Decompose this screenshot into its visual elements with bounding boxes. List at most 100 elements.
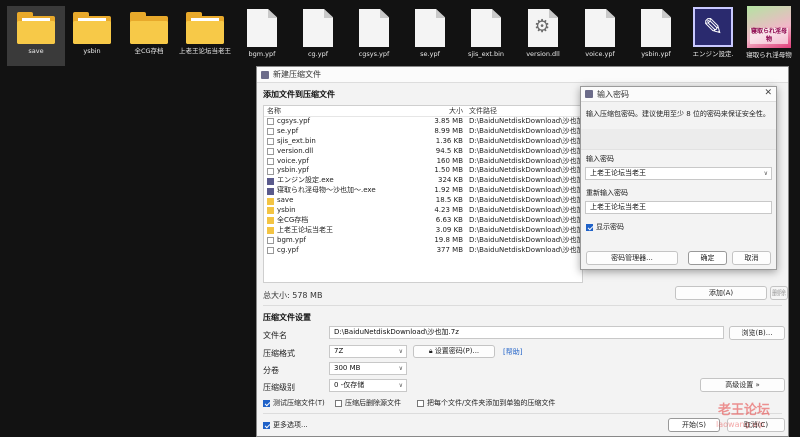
file-path: D:\BaiduNetdiskDownload\沙也加\ — [469, 196, 582, 205]
show-password-checkbox[interactable]: 显示密码 — [586, 222, 624, 232]
filename-input[interactable]: D:\BaiduNetdiskDownload\沙也加.7z — [329, 326, 724, 339]
chevron-down-icon: ∨ — [398, 382, 403, 389]
file-icon — [247, 9, 277, 47]
more-options-checkbox[interactable]: 更多选项... — [263, 420, 308, 430]
desktop-icon-label: 上老王论坛当老王 — [179, 47, 231, 55]
advanced-settings-button[interactable]: 高级设置 » — [700, 378, 785, 392]
file-row[interactable]: se.ypf 8.99 MB D:\BaiduNetdiskDownload\沙也加… — [264, 127, 582, 137]
add-button[interactable]: 添加(A) — [675, 286, 767, 300]
desktop-icon-laowang-folder[interactable]: 上老王论坛当老王 — [176, 6, 234, 55]
file-row[interactable]: エンジン設定.exe 324 KB D:\BaiduNetdiskDownload\… — [264, 176, 582, 186]
password-manager-button[interactable]: 密码管理器... — [586, 251, 678, 265]
file-row[interactable]: sjis_ext.bin 1.36 KB D:\BaiduNetdiskDownlo… — [264, 137, 582, 147]
separate-archives-checkbox[interactable]: 把每个文件/文件夹添加到单独的压缩文件 — [417, 398, 555, 408]
file-icon — [267, 237, 274, 245]
file-name: voice.ypf — [277, 156, 309, 165]
desktop-icon-label: save — [28, 47, 44, 55]
folder-icon — [267, 217, 274, 225]
desktop-icon-game-exe[interactable]: 寝取られ淫母物 寝取られ淫母物 — [740, 6, 798, 59]
desktop-icon-save[interactable]: save — [7, 6, 65, 66]
file-row[interactable]: cg.ypf 377 MB D:\BaiduNetdiskDownload\沙也加\ — [264, 246, 582, 256]
desktop-icon-sjis-ext[interactable]: sjis_ext.bin — [457, 6, 515, 58]
password-hint: 输入压缩包密码。建议使用至少 8 位的密码来保证安全性。 — [586, 110, 770, 118]
file-size: 3.85 MB — [434, 117, 463, 125]
desktop-icon-cg-saves[interactable]: 全CG存档 — [120, 6, 178, 55]
file-row[interactable]: 全CG存档 6.63 KB D:\BaiduNetdiskDownload\沙也加\ — [264, 216, 582, 226]
desktop-icon-voice[interactable]: voice.ypf — [571, 6, 629, 58]
file-path: D:\BaiduNetdiskDownload\沙也加\ — [469, 136, 582, 145]
game-image-icon: 寝取られ淫母物 — [747, 6, 791, 48]
delete-button[interactable]: 删除(D) — [770, 286, 788, 300]
desktop-icon-label: cg.ypf — [307, 50, 329, 58]
column-name[interactable]: 名称 — [264, 106, 387, 116]
file-size: 1.50 MB — [434, 166, 463, 175]
dialog-cancel-button[interactable]: 取消 — [732, 251, 771, 265]
password-label: 输入密码 — [586, 155, 614, 163]
desktop-icon-engine-settings[interactable]: ✎ エンジン設定. — [684, 6, 742, 58]
wrench-app-icon: ✎ — [693, 7, 733, 47]
desktop-icon-label: 寝取られ淫母物 — [746, 51, 792, 59]
volume-select[interactable]: 300 MB ∨ — [329, 362, 407, 375]
level-select[interactable]: 0 -仅存储 ∨ — [329, 379, 407, 392]
file-name-cell: エンジン設定.exe — [264, 176, 387, 186]
file-path: D:\BaiduNetdiskDownload\沙也加\ — [469, 156, 582, 165]
desktop-icon-ysbin[interactable]: ysbin — [63, 6, 121, 55]
file-name-cell: sjis_ext.bin — [264, 137, 387, 147]
file-icon — [267, 118, 274, 126]
set-password-button[interactable]: 🔒︎ 设置密码(P)... — [413, 345, 495, 358]
format-select[interactable]: 7Z ∨ — [329, 345, 407, 358]
file-row[interactable]: version.dll 94.5 KB D:\BaiduNetdiskDownloa… — [264, 147, 582, 157]
file-icon — [267, 247, 274, 255]
divider — [263, 413, 782, 414]
desktop-icon-ysbin-ypf[interactable]: ysbin.ypf — [627, 6, 685, 58]
help-link[interactable]: [帮助] — [503, 347, 522, 357]
desktop-icon-label: se.ypf — [420, 50, 440, 58]
file-row[interactable]: save 18.5 KB D:\BaiduNetdiskDownload\沙也加\ — [264, 196, 582, 206]
file-row[interactable]: bgm.ypf 19.8 MB D:\BaiduNetdiskDownload\沙也… — [264, 236, 582, 246]
file-path: D:\BaiduNetdiskDownload\沙也加\ — [469, 176, 582, 185]
confirm-password-input[interactable]: 上老王论坛当老王 — [585, 201, 772, 214]
file-path: D:\BaiduNetdiskDownload\沙也加\ — [469, 206, 582, 215]
file-name-cell: cgsys.ypf — [264, 117, 387, 127]
start-button[interactable]: 开始(S) — [668, 418, 720, 432]
desktop-icon-cgsys[interactable]: cgsys.ypf — [345, 6, 403, 58]
file-path: D:\BaiduNetdiskDownload\沙也加\ — [469, 117, 582, 125]
more-options-label: 更多选项... — [273, 421, 308, 429]
gear-icon: ⚙ — [534, 16, 551, 37]
file-name-cell: save — [264, 196, 387, 206]
desktop-icon-bgm[interactable]: bgm.ypf — [233, 6, 291, 58]
desktop-icon-label: voice.ypf — [585, 50, 615, 58]
folder-icon — [267, 197, 274, 205]
browse-button[interactable]: 浏览(B)... — [729, 326, 785, 340]
file-row[interactable]: 上老王论坛当老王 3.09 KB D:\BaiduNetdiskDownload\沙… — [264, 226, 582, 236]
window-titlebar[interactable]: 新建压缩文件 — [257, 67, 788, 83]
file-name: 全CG存档 — [277, 215, 309, 224]
password-value: 上老王论坛当老王 — [590, 169, 646, 177]
column-path[interactable]: 文件路径 — [467, 106, 582, 116]
desktop-icon-label: ysbin — [83, 47, 101, 55]
test-archive-label: 测试压缩文件(T) — [273, 399, 325, 407]
file-icon — [267, 158, 274, 165]
test-archive-checkbox[interactable]: 测试压缩文件(T) — [263, 398, 325, 408]
file-name-cell: ysbin — [264, 206, 387, 216]
desktop-icon-label: sjis_ext.bin — [467, 50, 505, 58]
show-password-label: 显示密码 — [596, 223, 624, 231]
file-row[interactable]: ysbin.ypf 1.50 MB D:\BaiduNetdiskDownload\… — [264, 166, 582, 176]
checkbox-unchecked — [417, 399, 424, 407]
desktop-icon-cg[interactable]: cg.ypf — [289, 6, 347, 58]
ok-button[interactable]: 确定 — [688, 251, 727, 265]
delete-after-checkbox[interactable]: 压缩后删除源文件 — [335, 398, 401, 408]
file-row[interactable]: cgsys.ypf 3.85 MB D:\BaiduNetdiskDownload\… — [264, 117, 582, 127]
file-name-cell: ysbin.ypf — [264, 166, 387, 176]
file-path: D:\BaiduNetdiskDownload\沙也加\ — [469, 166, 582, 175]
file-row[interactable]: 寝取られ淫母物～沙也加～.exe 1.92 MB D:\BaiduNetdiskDo… — [264, 186, 582, 196]
close-icon[interactable]: ✕ — [764, 88, 772, 98]
file-row[interactable]: voice.ypf 160 MB D:\BaiduNetdiskDownload\沙… — [264, 157, 582, 167]
column-size[interactable]: 大小 — [387, 106, 467, 116]
desktop-icon-version-dll[interactable]: ⚙ version.dll — [514, 6, 572, 58]
dialog-titlebar[interactable]: 输入密码 — [581, 87, 776, 102]
file-list[interactable]: 名称 大小 文件路径 cgsys.ypf 3.85 MB D:\BaiduNetdi… — [263, 105, 583, 283]
file-row[interactable]: ysbin 4.23 MB D:\BaiduNetdiskDownload\沙也加\ — [264, 206, 582, 216]
desktop-icon-se[interactable]: se.ypf — [401, 6, 459, 58]
password-select[interactable]: 上老王论坛当老王 ∨ — [585, 167, 772, 180]
